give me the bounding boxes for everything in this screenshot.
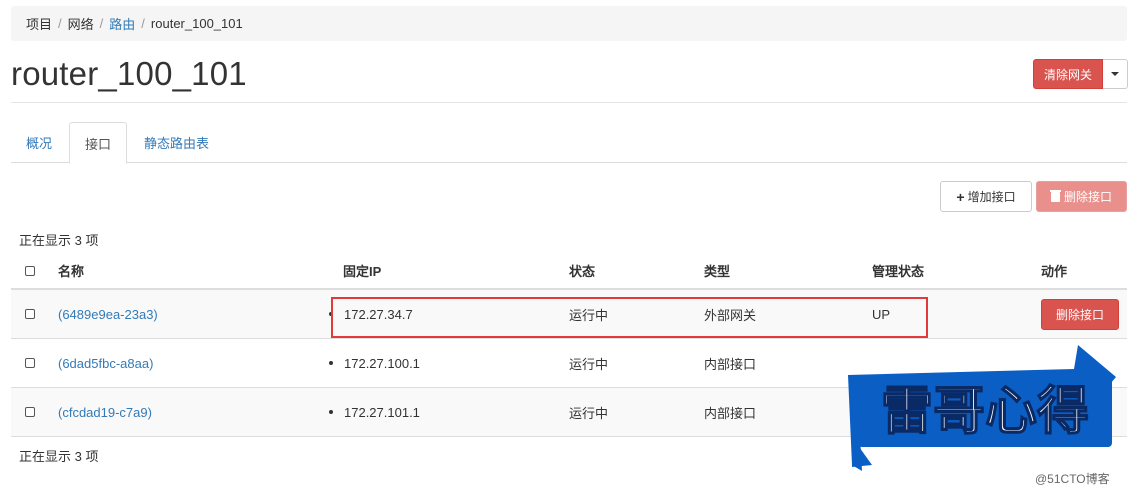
caret-down-icon <box>1111 72 1120 76</box>
watermark-text: 雷哥心得 <box>881 382 1089 442</box>
table-header-row: 名称 固定IP 状态 类型 管理状态 动作 <box>11 253 1127 290</box>
add-interface-label: 增加接口 <box>967 190 1016 204</box>
row-checkbox[interactable] <box>25 358 35 368</box>
breadcrumb-item-current: router_100_101 <box>150 16 243 31</box>
delete-interfaces-label: 删除接口 <box>1063 190 1112 204</box>
row-select-cell <box>25 290 35 338</box>
more-actions-dropdown-toggle[interactable] <box>1103 59 1129 89</box>
interface-ip: 172.27.100.1 <box>344 355 420 371</box>
row-select-cell <box>25 339 35 387</box>
interface-type: 内部接口 <box>704 405 757 421</box>
tab-overview[interactable]: 概况 <box>11 122 67 163</box>
header-status[interactable]: 状态 <box>569 253 595 288</box>
header-type[interactable]: 类型 <box>704 253 730 288</box>
interface-name-link[interactable]: (6dad5fbc-a8aa) <box>58 356 153 371</box>
select-all-cell <box>25 253 35 288</box>
page-title: router_100_101 <box>11 55 247 92</box>
breadcrumb-separator: / <box>58 16 62 31</box>
breadcrumb-item-network[interactable]: 网络 <box>68 14 94 33</box>
delete-interfaces-button[interactable]: 删除接口 <box>1036 181 1127 212</box>
breadcrumb-separator: / <box>99 16 104 31</box>
breadcrumb-item-project[interactable]: 项目 <box>26 14 52 33</box>
header-name[interactable]: 名称 <box>58 253 84 288</box>
header-fixed-ip[interactable]: 固定IP <box>343 253 381 288</box>
bullet-icon <box>329 361 333 365</box>
interface-name-link[interactable]: (cfcdad19-c7a9) <box>58 405 152 420</box>
interface-type: 内部接口 <box>704 356 757 372</box>
title-divider <box>11 102 1127 103</box>
interface-ip: 172.27.101.1 <box>344 404 420 420</box>
tab-interfaces[interactable]: 接口 <box>69 122 128 164</box>
watermark-logo: 雷哥心得 <box>848 345 1116 471</box>
row-select-cell <box>25 388 35 436</box>
clear-gateway-button[interactable]: 清除网关 <box>1033 59 1104 89</box>
annotation-highlight-box <box>331 297 928 338</box>
breadcrumb-item-routers[interactable]: 路由 <box>109 14 135 33</box>
interface-status: 运行中 <box>569 405 609 421</box>
select-all-checkbox[interactable] <box>25 265 35 276</box>
row-checkbox[interactable] <box>25 309 35 319</box>
add-interface-button[interactable]: + 增加接口 <box>940 181 1032 212</box>
breadcrumb: 项目 / 网络 / 路由 / router_100_101 <box>11 6 1127 41</box>
delete-interface-button[interactable]: 删除接口 <box>1041 299 1119 330</box>
trash-icon <box>1049 189 1061 202</box>
item-count-top: 正在显示 3 项 <box>19 233 99 248</box>
interface-status: 运行中 <box>569 356 609 372</box>
tab-static-routes[interactable]: 静态路由表 <box>129 122 224 163</box>
interface-name-link[interactable]: (6489e9ea-23a3) <box>58 307 158 322</box>
tab-bar: 概况 接口 静态路由表 <box>11 122 1127 164</box>
header-actions: 动作 <box>1041 264 1068 279</box>
breadcrumb-separator: / <box>141 16 145 31</box>
plus-icon: + <box>956 188 965 205</box>
bullet-icon <box>329 410 333 414</box>
item-count-bottom: 正在显示 3 项 <box>19 449 99 464</box>
clear-gateway-button-group: 清除网关 <box>1033 59 1129 89</box>
header-admin-state[interactable]: 管理状态 <box>872 253 924 288</box>
watermark-credit: @51CTO博客 <box>1035 472 1110 486</box>
row-checkbox[interactable] <box>25 407 35 417</box>
